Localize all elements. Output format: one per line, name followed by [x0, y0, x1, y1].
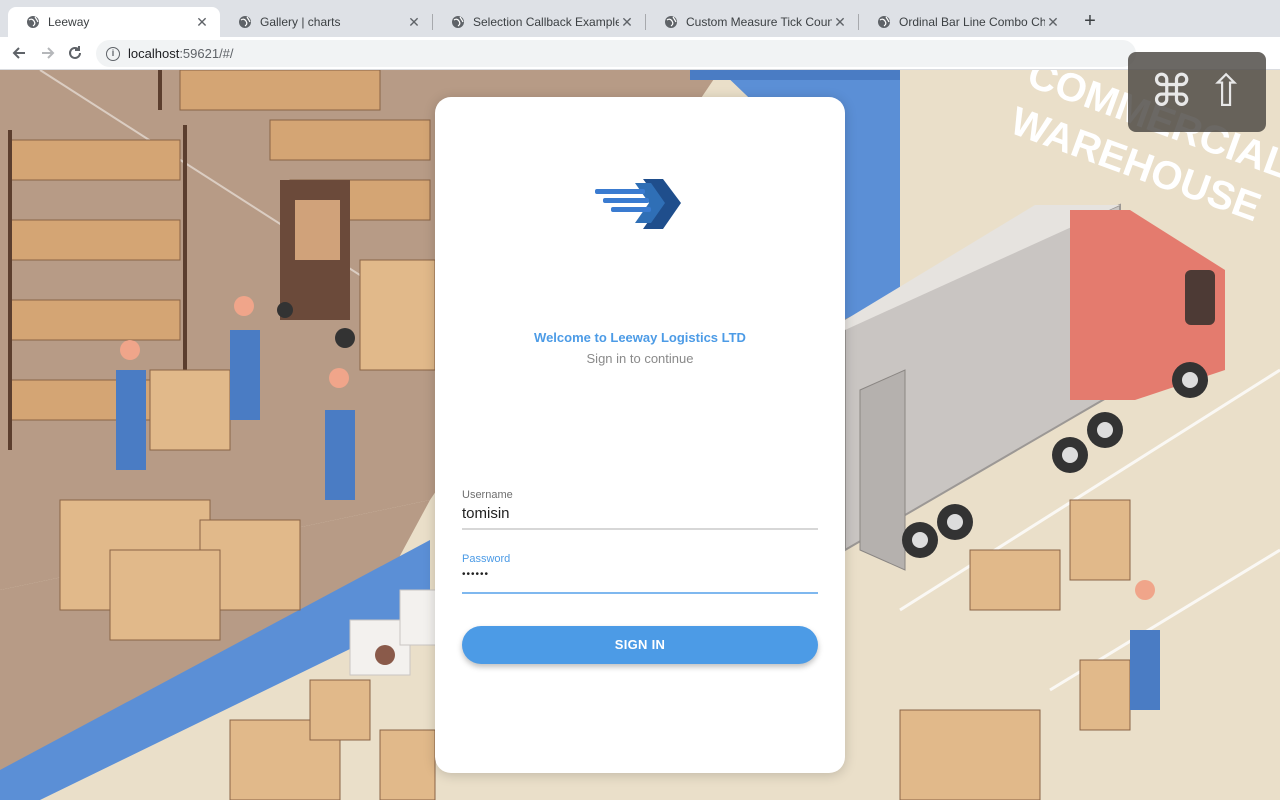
globe-icon — [452, 16, 464, 28]
tab-leeway[interactable]: Leeway ✕ — [8, 7, 220, 37]
username-input[interactable]: tomisin — [462, 503, 818, 525]
globe-icon — [239, 16, 251, 28]
login-card: Welcome to Leeway Logistics LTD Sign in … — [435, 97, 845, 773]
tab-title: Gallery | charts — [260, 15, 341, 29]
tab-title: Custom Measure Tick Count A — [686, 15, 832, 29]
globe-icon — [27, 16, 39, 28]
password-input[interactable]: •••••• — [462, 567, 818, 589]
browser-toolbar: i localhost:59621/#/ — [0, 37, 1280, 70]
tab-selection-callback[interactable]: Selection Callback Example Int ✕ — [433, 7, 645, 37]
globe-icon — [665, 16, 677, 28]
tab-custom-measure[interactable]: Custom Measure Tick Count A ✕ — [646, 7, 858, 37]
close-tab-icon[interactable]: ✕ — [832, 14, 848, 31]
username-underline — [462, 528, 818, 530]
tab-gallery-charts[interactable]: Gallery | charts ✕ — [220, 7, 432, 37]
command-key-icon: ⌘ — [1149, 67, 1194, 116]
password-underline — [462, 592, 818, 594]
close-tab-icon[interactable]: ✕ — [194, 14, 210, 31]
address-bar[interactable]: i localhost:59621/#/ — [96, 40, 1136, 67]
shift-key-icon: ⇧ — [1207, 67, 1245, 116]
back-arrow-icon[interactable] — [8, 42, 30, 64]
globe-icon — [878, 16, 890, 28]
password-label: Password — [462, 553, 511, 565]
signin-subtitle: Sign in to continue — [586, 351, 694, 366]
tab-title: Selection Callback Example Int — [473, 15, 619, 29]
password-field[interactable]: Password •••••• — [462, 553, 818, 594]
keyboard-shortcut-overlay: ⌘ ⇧ — [1128, 52, 1266, 132]
close-tab-icon[interactable]: ✕ — [1045, 14, 1061, 31]
welcome-heading: Welcome to Leeway Logistics LTD — [534, 330, 746, 345]
username-label: Username — [462, 489, 513, 501]
username-field[interactable]: Username tomisin — [462, 489, 818, 530]
tab-title: Ordinal Bar Line Combo Chart — [899, 15, 1045, 29]
tab-title: Leeway — [48, 15, 90, 29]
sign-in-button[interactable]: SIGN IN — [462, 626, 818, 664]
info-icon[interactable]: i — [106, 46, 120, 61]
forward-arrow-icon[interactable] — [37, 42, 59, 64]
close-tab-icon[interactable]: ✕ — [406, 14, 422, 31]
url-text: localhost:59621/#/ — [128, 46, 234, 61]
browser-tab-bar: Leeway ✕ Gallery | charts ✕ Selection Ca… — [0, 0, 1280, 37]
new-tab-button[interactable]: + — [1080, 10, 1100, 32]
close-tab-icon[interactable]: ✕ — [619, 14, 635, 31]
leeway-logo — [595, 179, 681, 229]
tab-ordinal-bar-line[interactable]: Ordinal Bar Line Combo Chart ✕ — [859, 7, 1071, 37]
reload-icon[interactable] — [64, 42, 86, 64]
